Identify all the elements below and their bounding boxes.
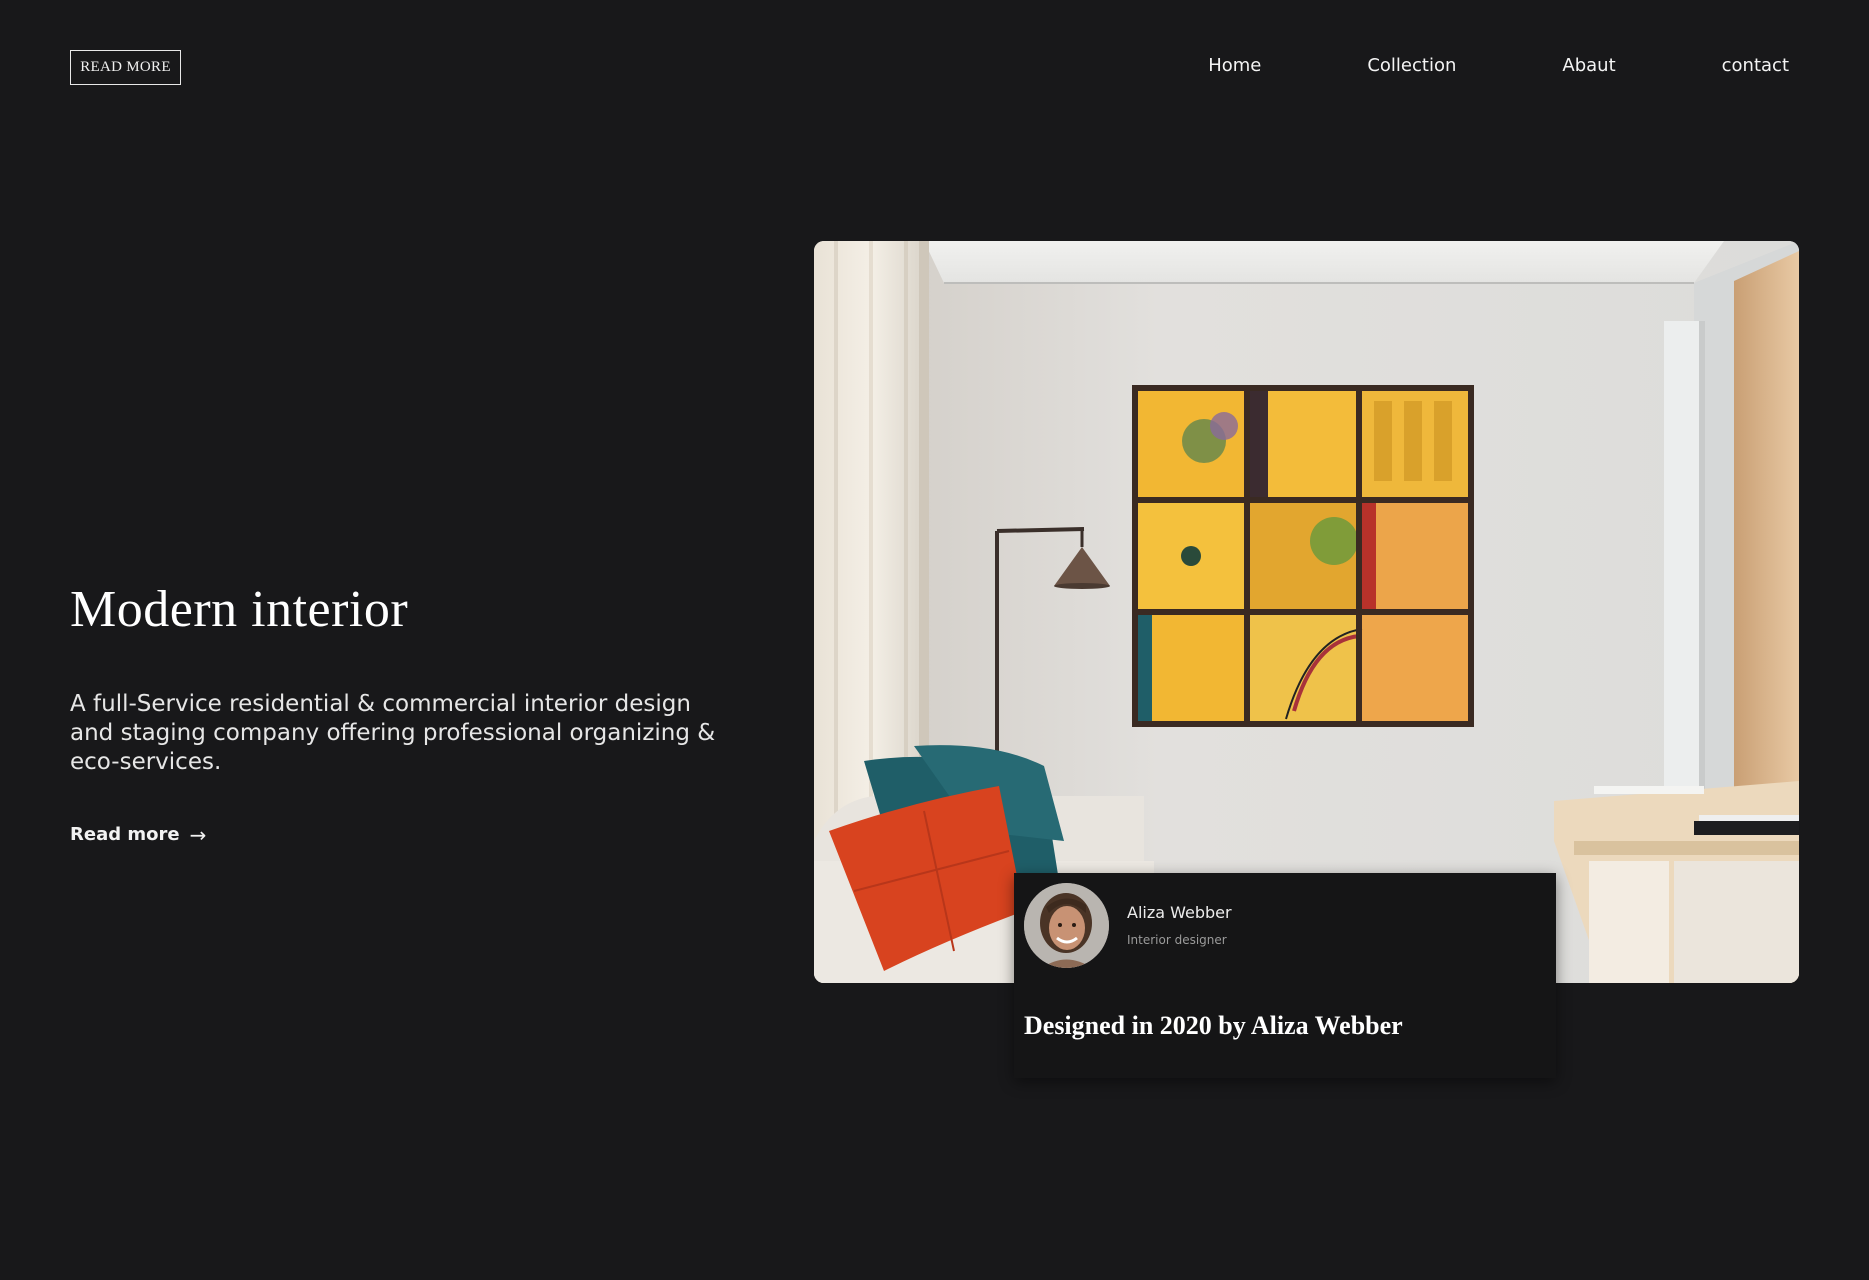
nav-contact-link[interactable]: contact: [1722, 55, 1789, 79]
designer-avatar: [1024, 883, 1109, 968]
design-caption: Designed in 2020 by Aliza Webber: [1024, 1011, 1403, 1040]
main-nav: Home Collection Abaut contact: [1208, 55, 1789, 79]
designer-portrait-image: [1024, 883, 1109, 968]
designer-card: Aliza Webber Interior designer Designed …: [1014, 873, 1556, 1078]
nav-about-link[interactable]: Abaut: [1562, 55, 1615, 79]
designer-role: Interior designer: [1127, 933, 1227, 947]
logo-label: READ MORE: [80, 59, 171, 75]
page: READ MORE Home Collection Abaut contact …: [0, 0, 1869, 1280]
hero-title: Modern interior: [70, 581, 409, 638]
arrow-right-icon: →: [189, 822, 207, 847]
interior-photo: [814, 241, 1799, 983]
read-more-link[interactable]: Read more →: [70, 824, 206, 845]
logo-read-more-button[interactable]: READ MORE: [70, 50, 181, 85]
nav-collection-link[interactable]: Collection: [1367, 55, 1456, 79]
interior-room-illustration: [814, 241, 1799, 983]
hero-description: A full-Service residential & commercial …: [70, 691, 716, 775]
nav-home-link[interactable]: Home: [1208, 55, 1261, 79]
designer-name: Aliza Webber: [1127, 903, 1232, 922]
read-more-label: Read more: [70, 824, 180, 845]
